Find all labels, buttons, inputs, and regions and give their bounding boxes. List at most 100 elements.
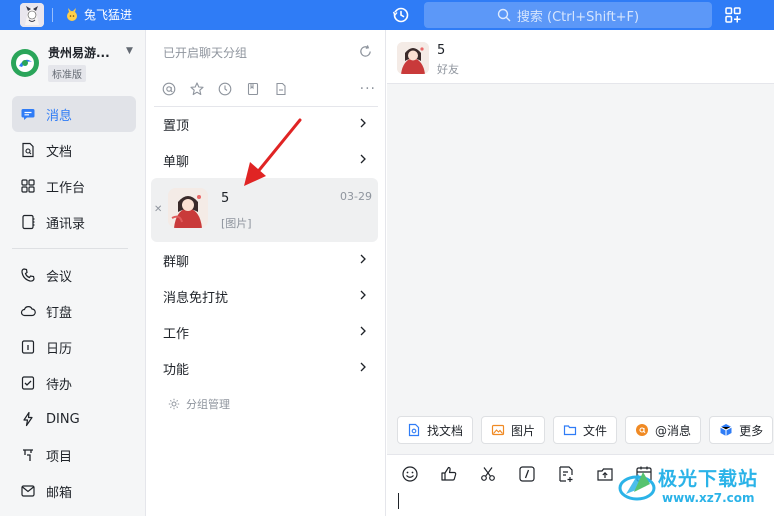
add-app-icon[interactable]: [724, 6, 742, 24]
chat-header: 5 好友: [387, 30, 774, 84]
filter-toolbar: ···: [162, 80, 376, 98]
cube-icon: [720, 424, 732, 436]
nav-label-ding: DING: [46, 411, 80, 427]
section-function[interactable]: 功能: [154, 351, 378, 385]
message-icon: [21, 109, 35, 120]
section-muted[interactable]: 消息免打扰: [154, 279, 378, 313]
topbar-divider: [52, 8, 53, 22]
file-button[interactable]: 文件: [553, 416, 618, 444]
nav-label-drive: 钉盘: [46, 305, 73, 321]
org-switcher[interactable]: 兔飞猛进: [64, 6, 132, 23]
chevron-right-icon: [360, 154, 366, 164]
nav-item-todo[interactable]: 待办: [12, 365, 136, 401]
nav-item-project[interactable]: 项目: [12, 437, 136, 473]
nav-label-documents: 文档: [46, 144, 73, 160]
search-icon: [497, 8, 511, 22]
nav-item-mail[interactable]: 邮箱: [12, 473, 136, 509]
checklist-icon: [21, 376, 35, 390]
search-placeholder: 搜索 (Ctrl+Shift+F): [516, 9, 640, 25]
clock-icon[interactable]: [218, 82, 232, 96]
global-search-input[interactable]: 搜索 (Ctrl+Shift+F): [424, 2, 712, 28]
text-caret: [398, 493, 399, 509]
conversation-name: 5: [221, 191, 230, 206]
refresh-icon[interactable]: [358, 44, 373, 59]
thumbs-up-icon[interactable]: [440, 465, 458, 483]
nav-label-todo: 待办: [46, 377, 73, 393]
cloud-icon: [20, 306, 36, 317]
nav-item-calendar[interactable]: 日历: [12, 329, 136, 365]
more-icon[interactable]: ···: [360, 81, 376, 97]
section-label-group-chat: 群聊: [163, 254, 190, 270]
history-icon[interactable]: [392, 6, 410, 24]
calendar-icon: [21, 340, 35, 354]
chat-avatar[interactable]: [397, 42, 429, 74]
emoji-icon[interactable]: [401, 465, 419, 483]
org-label: 兔飞猛进: [84, 8, 133, 22]
contacts-icon: [22, 214, 35, 230]
at-message-label: @消息: [655, 423, 692, 438]
watermark-url: www.xz7.com: [662, 491, 755, 505]
note-add-icon[interactable]: [557, 465, 575, 483]
section-label-single-chat: 单聊: [163, 154, 190, 170]
nav-item-contacts[interactable]: 通讯录: [12, 204, 136, 240]
star-icon[interactable]: [190, 82, 204, 96]
at-sign-icon: [636, 424, 649, 436]
section-label-pinned: 置顶: [163, 118, 190, 134]
org-name: 贵州易游...: [48, 46, 110, 60]
close-icon[interactable]: ✕: [154, 204, 162, 215]
bookmark-icon[interactable]: [246, 82, 260, 96]
nav-item-messages[interactable]: 消息: [12, 96, 136, 132]
section-work[interactable]: 工作: [154, 315, 378, 349]
section-label-work: 工作: [163, 326, 190, 342]
nav-item-documents[interactable]: 文档: [12, 132, 136, 168]
chevron-right-icon: [360, 362, 366, 372]
find-document-button[interactable]: 找文档: [397, 416, 474, 444]
nav-item-meeting[interactable]: 会议: [12, 257, 136, 293]
more-actions-button[interactable]: 更多: [709, 416, 774, 444]
nav-label-mail: 邮箱: [46, 485, 73, 501]
folder-icon: [563, 425, 577, 436]
file-icon[interactable]: [274, 82, 288, 96]
image-icon: [491, 424, 505, 436]
nav-list: 消息 文档 工作台 通讯录 会议 钉盘 日历 待办 DING 项目 邮箱: [12, 96, 136, 509]
nav-item-workbench[interactable]: 工作台: [12, 168, 136, 204]
chat-title: 5: [437, 43, 446, 58]
chevron-right-icon: [360, 118, 366, 128]
nav-divider: [12, 248, 128, 249]
document-icon: [22, 142, 34, 158]
section-group-chat[interactable]: 群聊: [154, 243, 378, 277]
apps-grid-icon: [21, 179, 35, 193]
left-navigation: 贵州易游... ▼ 标准版 消息 文档 工作台 通讯录 会议 钉盘 日历 待办 …: [0, 30, 146, 516]
image-button[interactable]: 图片: [481, 416, 546, 444]
file-label: 文件: [583, 423, 608, 438]
command-icon[interactable]: [518, 465, 536, 483]
conversation-preview: [图片]: [221, 217, 252, 230]
quick-actions: 找文档 图片 文件 @消息 更多: [397, 416, 774, 444]
section-label-muted: 消息免打扰: [163, 290, 229, 306]
phone-icon: [21, 268, 35, 282]
more-actions-label: 更多: [739, 423, 764, 438]
chevron-right-icon: [360, 254, 366, 264]
top-bar: 兔飞猛进 搜索 (Ctrl+Shift+F): [0, 0, 774, 30]
rabbit-badge-icon: [67, 7, 77, 21]
group-manage-button[interactable]: 分组管理: [168, 396, 230, 412]
doc-search-icon: [408, 423, 420, 437]
section-label-function: 功能: [163, 362, 190, 378]
chevron-down-icon[interactable]: ▼: [126, 46, 133, 56]
at-message-button[interactable]: @消息: [625, 416, 702, 444]
org-plan-badge: 标准版: [48, 65, 86, 82]
org-card[interactable]: 贵州易游... ▼ 标准版: [10, 42, 140, 86]
find-document-label: 找文档: [427, 423, 464, 438]
lightning-icon: [23, 411, 33, 427]
nav-item-drive[interactable]: 钉盘: [12, 293, 136, 329]
nav-item-ding[interactable]: DING: [12, 401, 136, 437]
at-mention-icon[interactable]: [162, 82, 176, 96]
nav-label-project: 项目: [46, 449, 73, 465]
annotation-arrow-icon: [244, 118, 302, 186]
scissors-icon[interactable]: [479, 465, 497, 483]
user-avatar[interactable]: [20, 3, 44, 27]
chevron-right-icon: [360, 326, 366, 336]
watermark-title: 极光下载站: [658, 468, 759, 490]
image-label: 图片: [511, 423, 536, 438]
group-status-text: 已开启聊天分组: [163, 46, 248, 60]
